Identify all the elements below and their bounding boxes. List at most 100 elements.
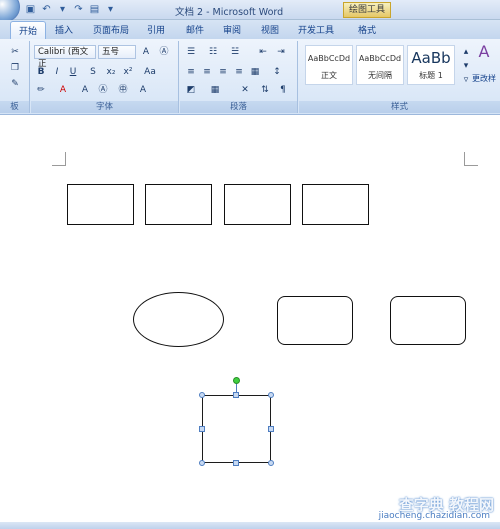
- highlight-icon[interactable]: ✏: [34, 83, 48, 97]
- justify-icon[interactable]: ≡: [232, 65, 246, 79]
- shading-icon[interactable]: ◩: [184, 83, 198, 97]
- char-shading-icon[interactable]: A: [78, 83, 92, 97]
- style-normal-name: 正文: [321, 71, 337, 80]
- print-preview-icon[interactable]: ▤: [88, 3, 101, 16]
- resize-handle-n[interactable]: [233, 392, 239, 398]
- tab-format[interactable]: 格式: [358, 23, 376, 36]
- phonetic-guide-icon[interactable]: A: [136, 83, 150, 97]
- tab-view[interactable]: 视图: [261, 23, 279, 36]
- font-size-select[interactable]: 五号: [98, 45, 136, 59]
- multilevel-list-icon[interactable]: ☱: [228, 45, 242, 59]
- drawing-tools-context-tab: 绘图工具: [343, 2, 391, 18]
- tab-mailings[interactable]: 邮件: [186, 23, 204, 36]
- tab-insert[interactable]: 插入: [55, 23, 73, 36]
- change-styles-icon[interactable]: A: [477, 44, 491, 60]
- rectangle-shape[interactable]: [224, 184, 291, 225]
- subscript-icon[interactable]: x₂: [104, 65, 118, 79]
- tab-developer[interactable]: 开发工具: [298, 23, 334, 36]
- italic-icon[interactable]: I: [50, 65, 64, 79]
- styles-group-label: 样式: [299, 101, 500, 113]
- rounded-rectangle-shape[interactable]: [277, 296, 353, 345]
- paragraph-group-label: 段落: [180, 101, 297, 113]
- styles-more-icon[interactable]: ▿: [459, 73, 473, 87]
- horizontal-scrollbar[interactable]: [0, 522, 500, 529]
- resize-handle-ne[interactable]: [268, 392, 274, 398]
- rectangle-shape[interactable]: [302, 184, 369, 225]
- chinese-layout-icon[interactable]: ✕: [238, 83, 252, 97]
- resize-handle-e[interactable]: [268, 426, 274, 432]
- margin-mark-top-right: [464, 152, 478, 166]
- style-heading-1-sample: AaBb: [411, 49, 451, 67]
- font-group-label: 字体: [31, 101, 178, 113]
- resize-handle-nw[interactable]: [199, 392, 205, 398]
- numbering-icon[interactable]: ☷: [206, 45, 220, 59]
- resize-handle-w[interactable]: [199, 426, 205, 432]
- show-marks-icon[interactable]: ¶: [276, 83, 290, 97]
- clipboard-group: ✂ ❐ ✎ 板: [0, 41, 30, 113]
- rectangle-shape[interactable]: [67, 184, 134, 225]
- style-normal[interactable]: AaBbCcDd 正文: [305, 45, 353, 85]
- rotation-handle[interactable]: [233, 377, 240, 384]
- window-title: 文档 2 - Microsoft Word: [175, 7, 284, 18]
- undo-icon[interactable]: ↶: [40, 3, 53, 16]
- align-right-icon[interactable]: ≡: [216, 65, 230, 79]
- resize-handle-se[interactable]: [268, 460, 274, 466]
- paragraph-group: ☰ ☷ ☱ ⇤ ⇥ ≡ ≡ ≡ ≡ ▦ ↕ ◩ ▦ ✕ ⇅ ¶ 段落: [180, 41, 298, 113]
- font-color-icon[interactable]: A: [56, 83, 70, 97]
- tab-references[interactable]: 引用: [147, 23, 165, 36]
- format-painter-icon[interactable]: ✎: [8, 77, 22, 91]
- change-case-icon[interactable]: Aa: [143, 65, 157, 79]
- title-bar: ▣ ↶ ▾ ↷ ▤ ▾ 文档 2 - Microsoft Word 绘图工具: [0, 0, 500, 22]
- align-center-icon[interactable]: ≡: [200, 65, 214, 79]
- sort-icon[interactable]: ⇅: [258, 83, 272, 97]
- borders-icon[interactable]: ▦: [208, 83, 222, 97]
- rectangle-shape[interactable]: [145, 184, 212, 225]
- style-normal-sample: AaBbCcDd: [307, 54, 351, 63]
- redo-icon[interactable]: ↷: [72, 3, 85, 16]
- copy-icon[interactable]: ❐: [8, 61, 22, 75]
- line-spacing-icon[interactable]: ↕: [270, 65, 284, 79]
- style-heading-1-name: 标题 1: [419, 71, 443, 80]
- enclose-char-icon[interactable]: ㊥: [116, 83, 130, 97]
- style-no-spacing[interactable]: AaBbCcDd 无间隔: [356, 45, 404, 85]
- resize-handle-sw[interactable]: [199, 460, 205, 466]
- font-group: Calibri (西文正 五号 A Ⓐ B I U S x₂ x² Aa ✏ A…: [31, 41, 179, 113]
- styles-group: AaBbCcDd 正文 AaBbCcDd 无间隔 AaBb 标题 1 ▴ ▾ ▿…: [299, 41, 500, 113]
- quick-access-toolbar: ▣ ↶ ▾ ↷ ▤ ▾: [24, 3, 117, 16]
- cut-icon[interactable]: ✂: [8, 45, 22, 59]
- rounded-rectangle-shape[interactable]: [390, 296, 466, 345]
- font-name-select[interactable]: Calibri (西文正: [34, 45, 96, 69]
- document-page[interactable]: 查字典 教程网 jiaocheng.chazidian.com: [0, 116, 500, 529]
- bold-icon[interactable]: B: [34, 65, 48, 79]
- selected-rectangle-shape[interactable]: [202, 395, 271, 463]
- clipboard-group-label: 板: [0, 101, 29, 113]
- bullets-icon[interactable]: ☰: [184, 45, 198, 59]
- tab-page-layout[interactable]: 页面布局: [93, 23, 129, 36]
- ribbon-tabs: 开始 插入 页面布局 引用 邮件 审阅 视图 开发工具 格式: [0, 20, 500, 39]
- strikethrough-icon[interactable]: S: [86, 65, 100, 79]
- qat-customize-icon[interactable]: ▾: [104, 3, 117, 16]
- align-left-icon[interactable]: ≡: [184, 65, 198, 79]
- oval-shape[interactable]: [133, 292, 224, 347]
- decrease-indent-icon[interactable]: ⇤: [256, 45, 270, 59]
- distributed-icon[interactable]: ▦: [248, 65, 262, 79]
- style-no-spacing-sample: AaBbCcDd: [358, 54, 402, 63]
- tab-home[interactable]: 开始: [10, 21, 47, 39]
- change-styles-label[interactable]: 更改样: [472, 73, 496, 84]
- resize-handle-s[interactable]: [233, 460, 239, 466]
- superscript-icon[interactable]: x²: [121, 65, 135, 79]
- increase-indent-icon[interactable]: ⇥: [274, 45, 288, 59]
- char-border-icon[interactable]: Ⓐ: [96, 83, 110, 97]
- grow-font-icon[interactable]: A: [139, 45, 153, 59]
- underline-icon[interactable]: U: [66, 65, 80, 79]
- clear-format-icon[interactable]: Ⓐ: [157, 45, 171, 59]
- tab-review[interactable]: 审阅: [223, 23, 241, 36]
- styles-scroll-down-icon[interactable]: ▾: [459, 59, 473, 73]
- undo-dropdown-icon[interactable]: ▾: [56, 3, 69, 16]
- style-heading-1[interactable]: AaBb 标题 1: [407, 45, 455, 85]
- save-icon[interactable]: ▣: [24, 3, 37, 16]
- ribbon: ✂ ❐ ✎ 板 Calibri (西文正 五号 A Ⓐ B I U S x₂ x…: [0, 39, 500, 115]
- styles-scroll-up-icon[interactable]: ▴: [459, 45, 473, 59]
- office-button[interactable]: [0, 0, 20, 22]
- margin-mark-top-left: [52, 152, 66, 166]
